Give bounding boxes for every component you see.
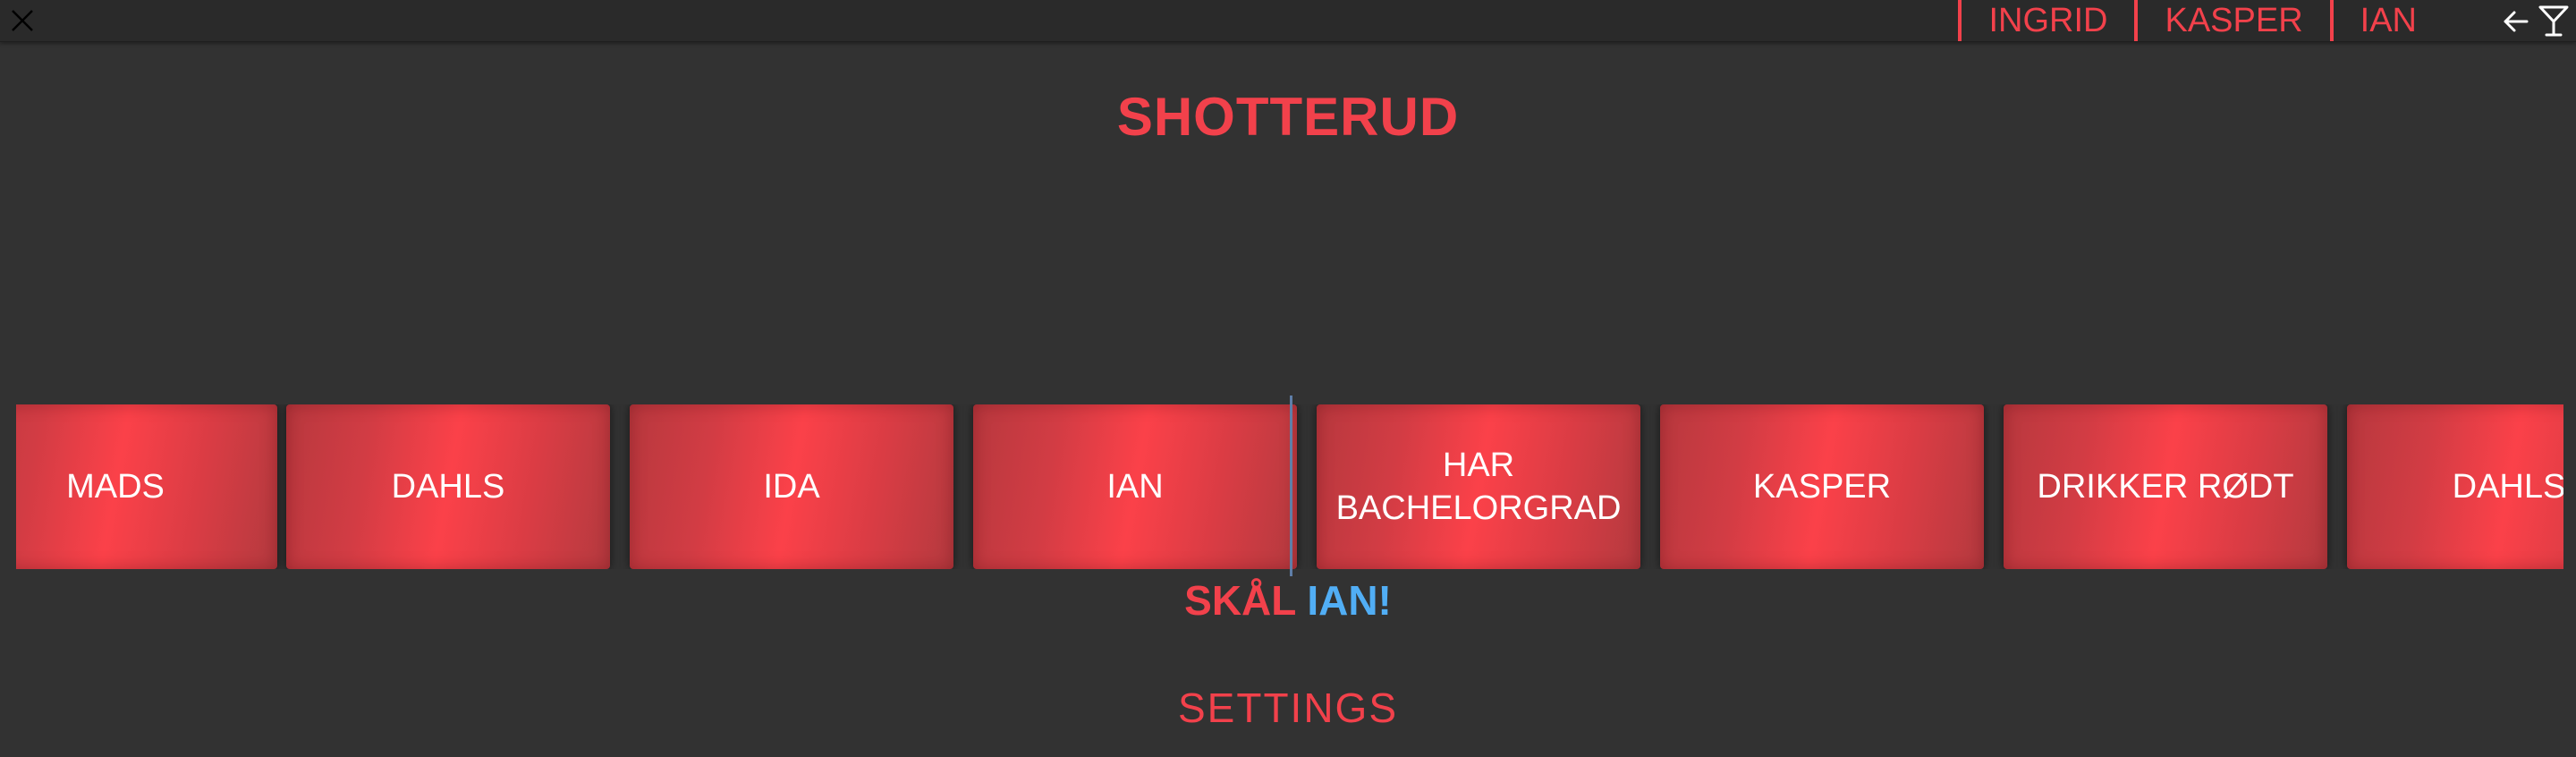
settings-label: SETTINGS bbox=[1177, 685, 1399, 731]
player-tab-ian[interactable]: IAN bbox=[2329, 0, 2444, 41]
spinner-card[interactable]: MADS bbox=[16, 404, 277, 569]
spinner-card[interactable]: IAN bbox=[973, 404, 1297, 569]
spinner-card[interactable]: DAHLS bbox=[286, 404, 610, 569]
player-list: INGRID KASPER IAN bbox=[1958, 0, 2444, 41]
arrow-left-icon bbox=[2504, 11, 2529, 32]
page-title: SHOTTERUD bbox=[1116, 87, 1460, 147]
spinner-card[interactable]: KASPER bbox=[1660, 404, 1984, 569]
spinner-card-label: DAHLS bbox=[2452, 468, 2563, 506]
cocktail-glass-icon bbox=[2538, 5, 2569, 37]
settings-button[interactable]: SETTINGS bbox=[0, 684, 2576, 732]
result-name: IAN! bbox=[1307, 577, 1392, 624]
back-button[interactable] bbox=[2497, 4, 2533, 39]
close-button[interactable] bbox=[7, 5, 38, 36]
spinner-card-label: DRIKKER RØDT bbox=[2037, 468, 2294, 506]
spinner-card-label: DAHLS bbox=[391, 468, 505, 506]
close-icon bbox=[12, 10, 33, 31]
top-bar: INGRID KASPER IAN bbox=[0, 0, 2576, 42]
spinner-pointer bbox=[1290, 396, 1292, 576]
spinner-card-label: MADS bbox=[66, 468, 165, 506]
player-tab-ingrid[interactable]: INGRID bbox=[1958, 0, 2134, 41]
spinner-card-label: IAN bbox=[1106, 468, 1164, 506]
spinner-card-label: IDA bbox=[763, 468, 820, 506]
spinner-card-label: KASPER bbox=[1752, 468, 1892, 506]
spinner-card[interactable]: DRIKKER RØDT bbox=[2004, 404, 2327, 569]
result-word: SKÅL bbox=[1184, 577, 1296, 624]
spinner-card[interactable]: DAHLS bbox=[2347, 404, 2563, 569]
spinner-card[interactable]: HAR BACHELORGRAD bbox=[1317, 404, 1640, 569]
spinner-card[interactable]: IDA bbox=[630, 404, 953, 569]
spinner-card-label: HAR BACHELORGRAD bbox=[1335, 447, 1622, 527]
drink-button[interactable] bbox=[2535, 2, 2572, 39]
player-tab-kasper[interactable]: KASPER bbox=[2134, 0, 2329, 41]
app-window: INGRID KASPER IAN SHOTTERUD MADS DAHLS I… bbox=[0, 0, 2576, 757]
result-message: SKÅL IAN! bbox=[0, 576, 2576, 625]
